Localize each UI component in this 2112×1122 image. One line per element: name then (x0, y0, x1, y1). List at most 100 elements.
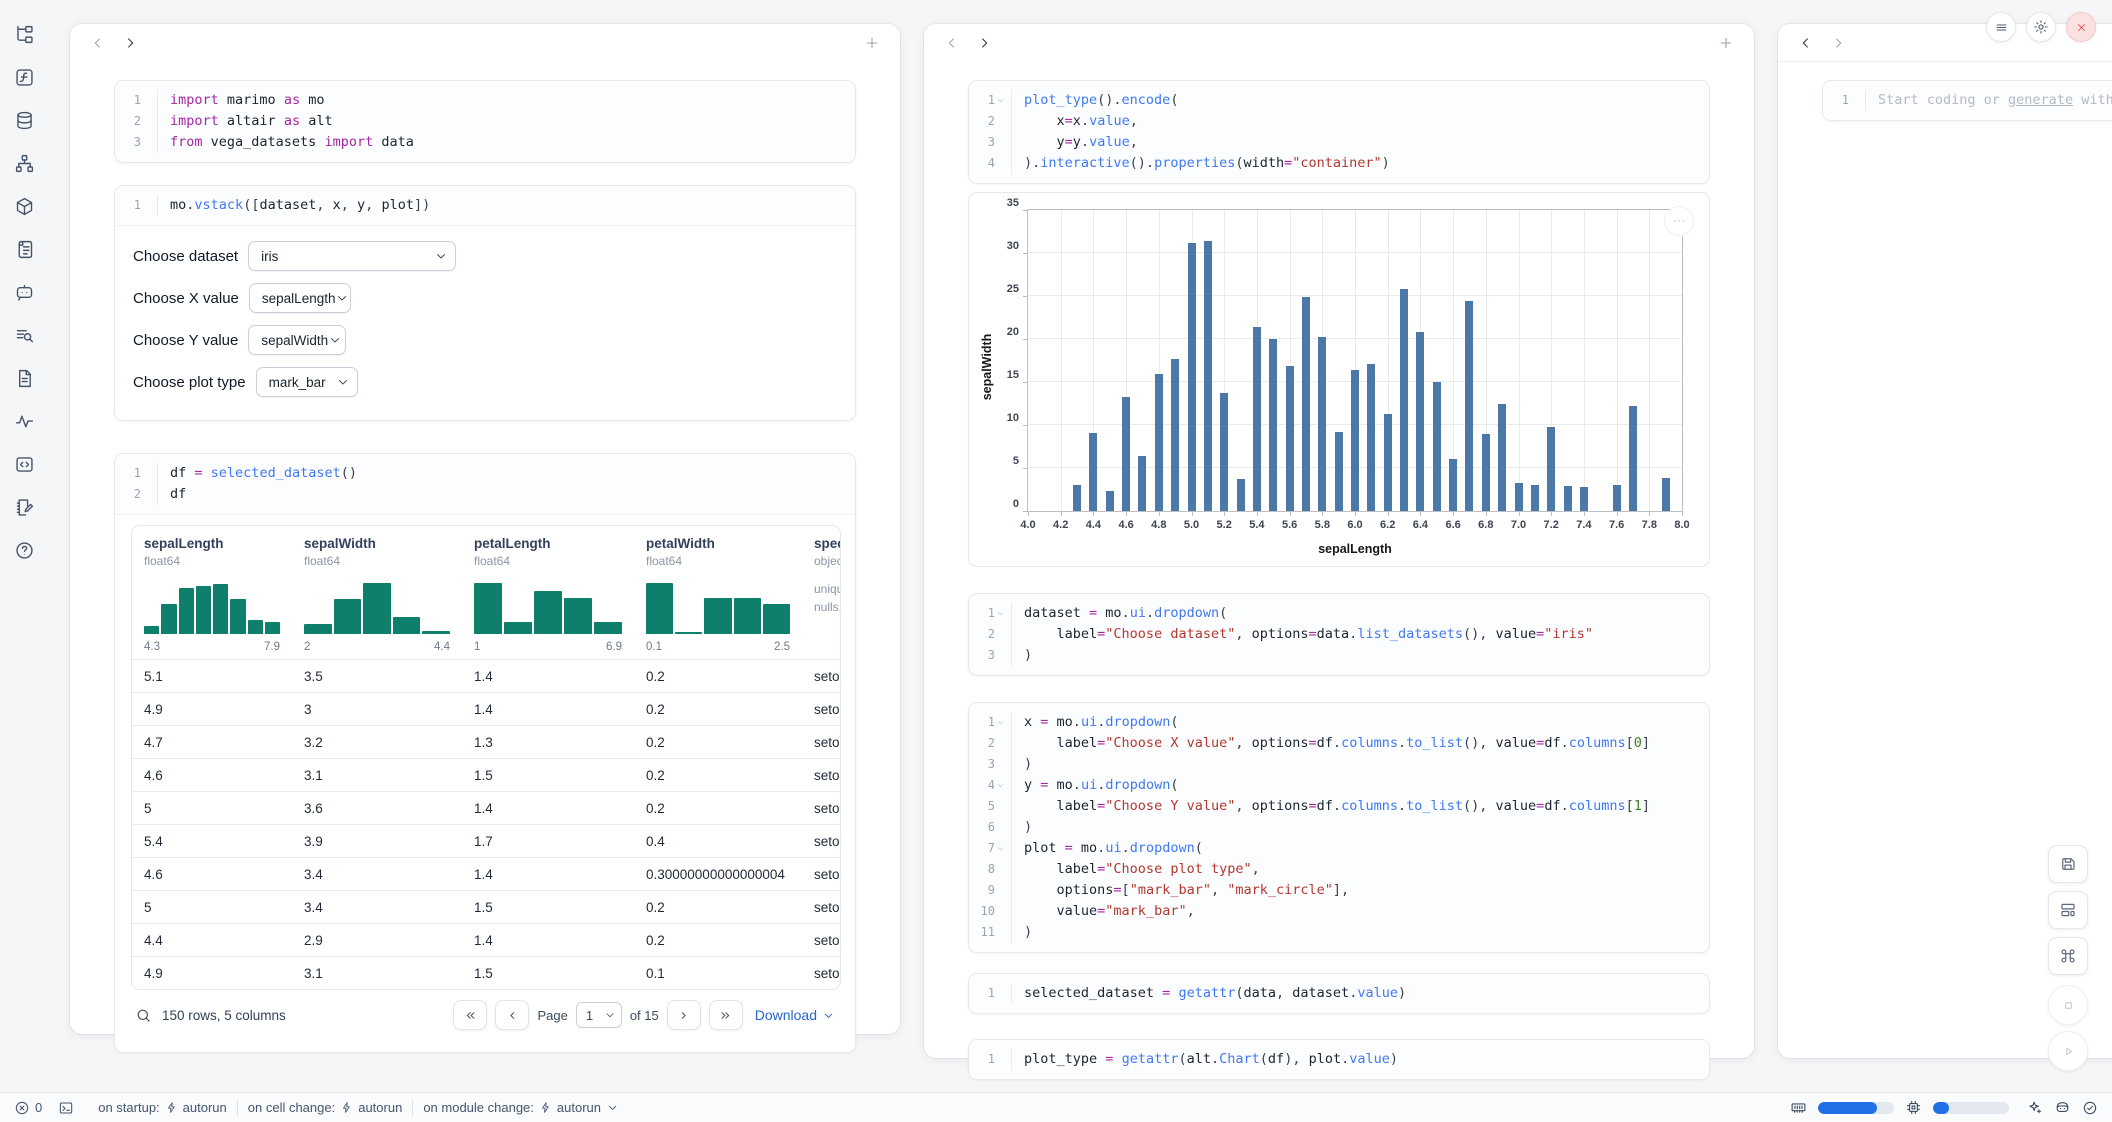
errors-indicator[interactable]: 0 (14, 1100, 42, 1116)
table-row[interactable]: 4.63.11.50.2setosa (132, 758, 840, 791)
table-row[interactable]: 5.43.91.70.4setosa (132, 824, 840, 857)
code-editor[interactable]: 1plot_type = getattr(alt.Chart(df), plot… (969, 1040, 1709, 1079)
table-row[interactable]: 4.931.40.2setosa (132, 692, 840, 725)
forward-button[interactable] (1824, 30, 1852, 56)
chart-bar[interactable] (1465, 301, 1473, 511)
search-icon[interactable] (135, 1007, 152, 1024)
chart-bar[interactable] (1482, 434, 1490, 511)
close-panel-button[interactable] (2066, 12, 2096, 42)
y-value-select[interactable]: sepalWidth (248, 325, 346, 355)
sidebar-item-variables[interactable] (9, 63, 39, 91)
connection-status-icon[interactable] (2082, 1100, 2098, 1116)
chart-bar[interactable] (1515, 483, 1523, 511)
code-editor[interactable]: 1dataset = mo.ui.dropdown(2 label="Choos… (969, 594, 1709, 675)
chart-bar[interactable] (1449, 459, 1457, 511)
chart-bar[interactable] (1564, 486, 1572, 511)
table-row[interactable]: 53.41.50.2setosa (132, 890, 840, 923)
code-editor[interactable]: 1import marimo as mo2import altair as al… (115, 81, 855, 162)
chart-bar[interactable] (1531, 485, 1539, 511)
generate-with-ai-link[interactable]: generate (2008, 92, 2073, 108)
sidebar-item-tracing[interactable] (9, 407, 39, 435)
table-row[interactable]: 5.13.51.40.2setosa (132, 659, 840, 692)
sidebar-item-documentation[interactable] (9, 235, 39, 263)
menu-button[interactable] (1986, 12, 2016, 42)
add-column-button[interactable] (1712, 30, 1740, 56)
chart-bar[interactable] (1629, 406, 1637, 511)
chart-bar[interactable] (1335, 432, 1343, 511)
copilot-button[interactable] (2054, 1099, 2071, 1116)
back-button[interactable] (1792, 30, 1820, 56)
first-page-button[interactable] (453, 1000, 487, 1030)
sidebar-item-datasources[interactable] (9, 106, 39, 134)
settings-button[interactable] (2026, 12, 2056, 42)
chart-bar[interactable] (1662, 478, 1670, 511)
chart-bar[interactable] (1547, 427, 1555, 511)
chart-bar[interactable] (1089, 433, 1097, 511)
fold-icon[interactable] (996, 96, 1006, 105)
sidebar-item-dependency-graph[interactable] (9, 149, 39, 177)
sidebar-item-logs[interactable] (9, 321, 39, 349)
sidebar-item-chat[interactable] (9, 278, 39, 306)
chart-plot-area[interactable]: 4.04.24.44.64.85.05.25.45.65.86.06.26.46… (1027, 209, 1683, 512)
download-button[interactable]: Download (755, 1007, 835, 1023)
chart-bar[interactable] (1155, 374, 1163, 511)
chart-bar[interactable] (1122, 397, 1130, 511)
fold-icon[interactable] (996, 844, 1006, 853)
chart-menu-button[interactable] (1664, 206, 1694, 236)
table-row[interactable]: 4.73.21.30.2setosa (132, 725, 840, 758)
sidebar-item-file-explorer[interactable] (9, 20, 39, 48)
chart-bar[interactable] (1237, 479, 1245, 511)
fold-icon[interactable] (996, 781, 1006, 790)
scroll-left-button[interactable] (938, 30, 966, 56)
x-value-select[interactable]: sepalLength (249, 283, 351, 313)
chart-bar[interactable] (1351, 370, 1359, 511)
chart-bar[interactable] (1384, 414, 1392, 511)
page-number-select[interactable]: 1 (576, 1002, 622, 1028)
sidebar-item-scratchpad[interactable] (9, 493, 39, 521)
chart-bar[interactable] (1613, 485, 1621, 511)
next-page-button[interactable] (667, 1000, 701, 1030)
layout-button[interactable] (2048, 891, 2088, 929)
table-row[interactable]: 4.63.41.40.30000000000000004setosa (132, 857, 840, 890)
column-header-petalWidth[interactable]: petalWidthfloat640.12.5 (634, 526, 802, 659)
chart-bar[interactable] (1367, 364, 1375, 511)
scratchpad-editor[interactable]: 1 Start coding or generate with AI. (1823, 81, 2112, 120)
chart-bar[interactable] (1302, 297, 1310, 511)
chart-bar[interactable] (1253, 327, 1261, 511)
chart-bar[interactable] (1171, 359, 1179, 511)
table-row[interactable]: 53.61.40.2setosa (132, 791, 840, 824)
chart-bar[interactable] (1286, 366, 1294, 511)
save-button[interactable] (2048, 845, 2088, 883)
chart-bar[interactable] (1188, 243, 1196, 511)
column-header-sepalLength[interactable]: sepalLengthfloat644.37.9 (132, 526, 292, 659)
scroll-left-button[interactable] (84, 30, 112, 56)
on-module-change-setting[interactable]: on module change:autorun (423, 1100, 619, 1115)
fold-icon[interactable] (996, 609, 1006, 618)
chart-bar[interactable] (1416, 332, 1424, 511)
sidebar-item-help[interactable] (9, 536, 39, 564)
chart-bar[interactable] (1580, 487, 1588, 511)
on-cell-change-setting[interactable]: on cell change:autorun (248, 1100, 403, 1115)
chart-bar[interactable] (1073, 485, 1081, 511)
sidebar-item-packages[interactable] (9, 192, 39, 220)
code-editor[interactable]: 1df = selected_dataset()2df (115, 454, 855, 515)
add-column-button[interactable] (858, 30, 886, 56)
fold-icon[interactable] (996, 718, 1006, 727)
code-editor[interactable]: 1x = mo.ui.dropdown(2 label="Choose X va… (969, 703, 1709, 952)
table-row[interactable]: 4.42.91.40.2setosa (132, 923, 840, 956)
column-header-species[interactable]: speciesobjectunique:nulls: (802, 526, 841, 659)
run-button[interactable] (2048, 1031, 2088, 1071)
code-editor[interactable]: 1plot_type().encode(2 x=x.value,3 y=y.va… (969, 81, 1709, 183)
table-row[interactable]: 4.93.11.50.1setosa (132, 956, 840, 989)
column-header-petalLength[interactable]: petalLengthfloat6416.9 (462, 526, 634, 659)
on-startup-setting[interactable]: on startup:autorun (98, 1100, 227, 1115)
code-editor[interactable]: 1mo.vstack([dataset, x, y, plot]) (115, 186, 855, 226)
chart-bar[interactable] (1433, 382, 1441, 511)
chart-bar[interactable] (1106, 491, 1114, 511)
plot-type-select[interactable]: mark_bar (256, 367, 358, 397)
chart-bar[interactable] (1204, 241, 1212, 511)
scroll-right-button[interactable] (116, 30, 144, 56)
chart-bar[interactable] (1220, 393, 1228, 511)
previous-page-button[interactable] (495, 1000, 529, 1030)
column-header-sepalWidth[interactable]: sepalWidthfloat6424.4 (292, 526, 462, 659)
